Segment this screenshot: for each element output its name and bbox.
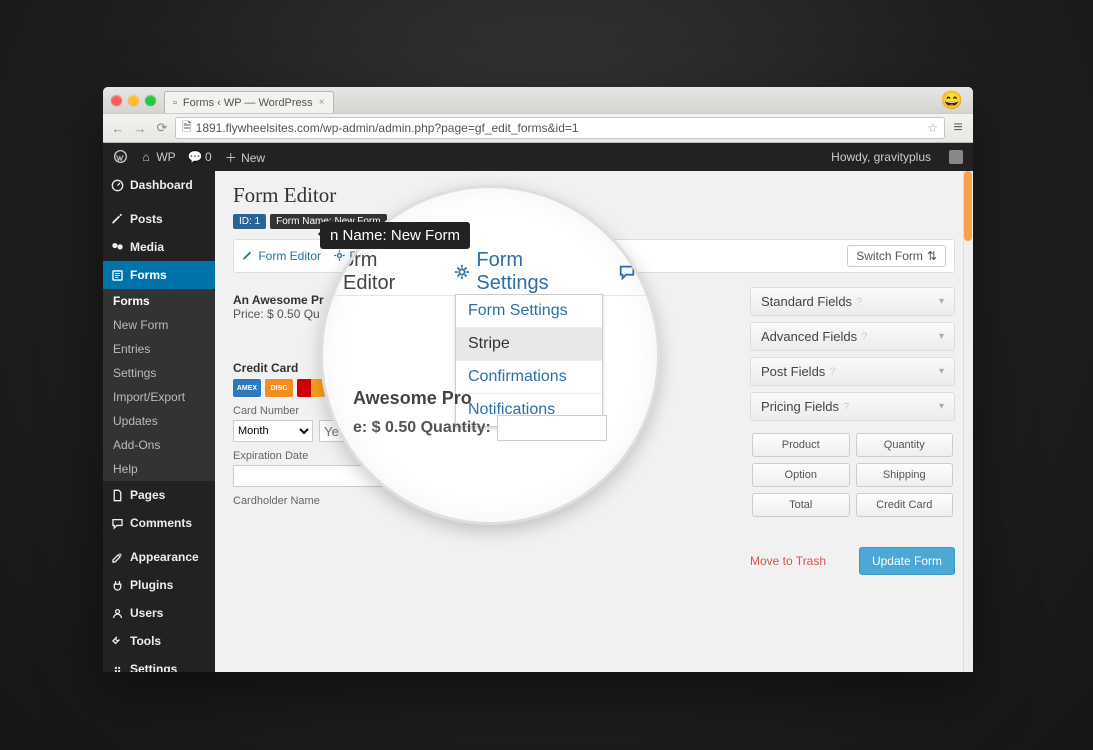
sidebar-item-plugins[interactable]: Plugins: [103, 571, 215, 599]
amex-icon: AMEX: [233, 379, 261, 397]
reload-button[interactable]: ⟳: [153, 120, 171, 136]
sidebar-item-appearance[interactable]: Appearance: [103, 543, 215, 571]
subitem-add-ons[interactable]: Add-Ons: [103, 433, 215, 457]
bookmark-star-icon[interactable]: ☆: [927, 121, 938, 135]
help-icon[interactable]: ?: [856, 296, 862, 308]
sidebar-item-pages[interactable]: Pages: [103, 481, 215, 509]
scrollbar-thumb[interactable]: [964, 171, 972, 241]
smiley-icon: 😄: [941, 90, 963, 111]
browser-menu-button[interactable]: ≡: [949, 119, 967, 137]
scrollbar-track[interactable]: [963, 171, 973, 672]
minimize-window-button[interactable]: [128, 95, 139, 106]
sidebar-item-posts[interactable]: Posts: [103, 205, 215, 233]
lens-menu-stripe[interactable]: Stripe: [456, 328, 602, 361]
add-total-button[interactable]: Total: [752, 493, 850, 517]
lens-menu-form-settings[interactable]: Form Settings: [456, 295, 602, 328]
form-id-badge: ID: 1: [233, 214, 266, 229]
lens-tabs: orm Editor Form Settings Entri: [320, 248, 660, 296]
group-advanced-fields[interactable]: Advanced Fields?▾: [750, 322, 955, 351]
avatar[interactable]: [949, 150, 963, 164]
form-name-tooltip: n Name: New Form: [320, 222, 470, 249]
chevron-down-icon: ▾: [939, 401, 944, 412]
back-button[interactable]: ←: [109, 121, 127, 136]
field-palette: Standard Fields?▾ Advanced Fields?▾ Post…: [750, 287, 955, 575]
window-controls: [111, 95, 156, 106]
tab-form-editor[interactable]: Form Editor: [242, 249, 321, 263]
subitem-help[interactable]: Help: [103, 457, 215, 481]
subitem-settings[interactable]: Settings: [103, 361, 215, 385]
comments-link[interactable]: 💬 0: [188, 150, 212, 164]
plus-icon: ＋: [224, 149, 238, 166]
comment-icon: 💬: [188, 150, 202, 164]
lens-product-title: Awesome Pro: [353, 388, 657, 409]
lens-tab-settings[interactable]: Form Settings: [453, 249, 600, 295]
sidebar-item-dashboard[interactable]: Dashboard: [103, 171, 215, 199]
zoom-window-button[interactable]: [145, 95, 156, 106]
address-field[interactable]: 🗎 1891.flywheelsites.com/wp-admin/admin.…: [175, 117, 945, 139]
exp-month-select[interactable]: Month: [233, 420, 313, 442]
add-option-button[interactable]: Option: [752, 463, 850, 487]
chevron-updown-icon: ⇅: [927, 249, 937, 263]
chevron-down-icon: ▾: [939, 331, 944, 342]
sidebar-item-users[interactable]: Users: [103, 599, 215, 627]
subitem-import-export[interactable]: Import/Export: [103, 385, 215, 409]
group-standard-fields[interactable]: Standard Fields?▾: [750, 287, 955, 316]
url-bar: ← → ⟳ 🗎 1891.flywheelsites.com/wp-admin/…: [103, 113, 973, 143]
add-credit-card-button[interactable]: Credit Card: [856, 493, 954, 517]
subitem-forms[interactable]: Forms: [103, 289, 215, 313]
group-pricing-fields[interactable]: Pricing Fields?▾: [750, 392, 955, 421]
mastercard-icon: [297, 379, 325, 397]
wp-admin-bar: ⌂ WP 💬 0 ＋ New Howdy, gravityplus: [103, 143, 973, 171]
howdy-link[interactable]: Howdy, gravityplus: [831, 150, 931, 164]
wordpress-logo-icon[interactable]: [113, 150, 127, 164]
lens-tab-editor[interactable]: orm Editor: [343, 249, 435, 295]
tab-title: Forms ‹ WP — WordPress: [183, 97, 313, 109]
lens-price-qty-row: e: $ 0.50 Quantity:: [353, 415, 657, 441]
update-form-button[interactable]: Update Form: [859, 547, 955, 575]
add-quantity-button[interactable]: Quantity: [856, 433, 954, 457]
url-text: 1891.flywheelsites.com/wp-admin/admin.ph…: [196, 121, 579, 135]
sidebar-item-media[interactable]: Media: [103, 233, 215, 261]
admin-sidebar: Dashboard Posts Media Forms Forms New Fo…: [103, 171, 215, 672]
sidebar-item-comments[interactable]: Comments: [103, 509, 215, 537]
help-icon[interactable]: ?: [861, 331, 867, 343]
help-icon[interactable]: ?: [843, 401, 849, 413]
site-link[interactable]: ⌂ WP: [139, 150, 176, 164]
group-post-fields[interactable]: Post Fields?▾: [750, 357, 955, 386]
page-icon: ▫: [173, 97, 177, 109]
close-window-button[interactable]: [111, 95, 122, 106]
lens-quantity-input[interactable]: [497, 415, 607, 441]
chevron-down-icon: ▾: [939, 366, 944, 377]
subitem-new-form[interactable]: New Form: [103, 313, 215, 337]
sidebar-item-settings[interactable]: Settings: [103, 655, 215, 672]
lens-tab-entries[interactable]: Entri: [618, 260, 660, 283]
browser-tab[interactable]: ▫ Forms ‹ WP — WordPress ×: [164, 91, 334, 113]
page-title: Form Editor: [233, 183, 955, 208]
forward-button[interactable]: →: [131, 121, 149, 136]
switch-form-dropdown[interactable]: Switch Form⇅: [847, 245, 946, 267]
sidebar-item-forms[interactable]: Forms: [103, 261, 215, 289]
sidebar-item-tools[interactable]: Tools: [103, 627, 215, 655]
tab-bar: ▫ Forms ‹ WP — WordPress × 😄: [103, 87, 973, 113]
add-product-button[interactable]: Product: [752, 433, 850, 457]
add-shipping-button[interactable]: Shipping: [856, 463, 954, 487]
subitem-entries[interactable]: Entries: [103, 337, 215, 361]
forms-submenu: Forms New Form Entries Settings Import/E…: [103, 289, 215, 481]
close-tab-button[interactable]: ×: [319, 97, 325, 108]
help-icon[interactable]: ?: [829, 366, 835, 378]
home-icon: ⌂: [139, 150, 153, 164]
move-to-trash-link[interactable]: Move to Trash: [750, 554, 826, 568]
page-icon: 🗎: [182, 118, 192, 139]
discover-icon: DISC: [265, 379, 293, 397]
chevron-down-icon: ▾: [939, 296, 944, 307]
new-content-link[interactable]: ＋ New: [224, 149, 265, 166]
subitem-updates[interactable]: Updates: [103, 409, 215, 433]
lens-price-qty-label: e: $ 0.50 Quantity:: [353, 419, 491, 437]
